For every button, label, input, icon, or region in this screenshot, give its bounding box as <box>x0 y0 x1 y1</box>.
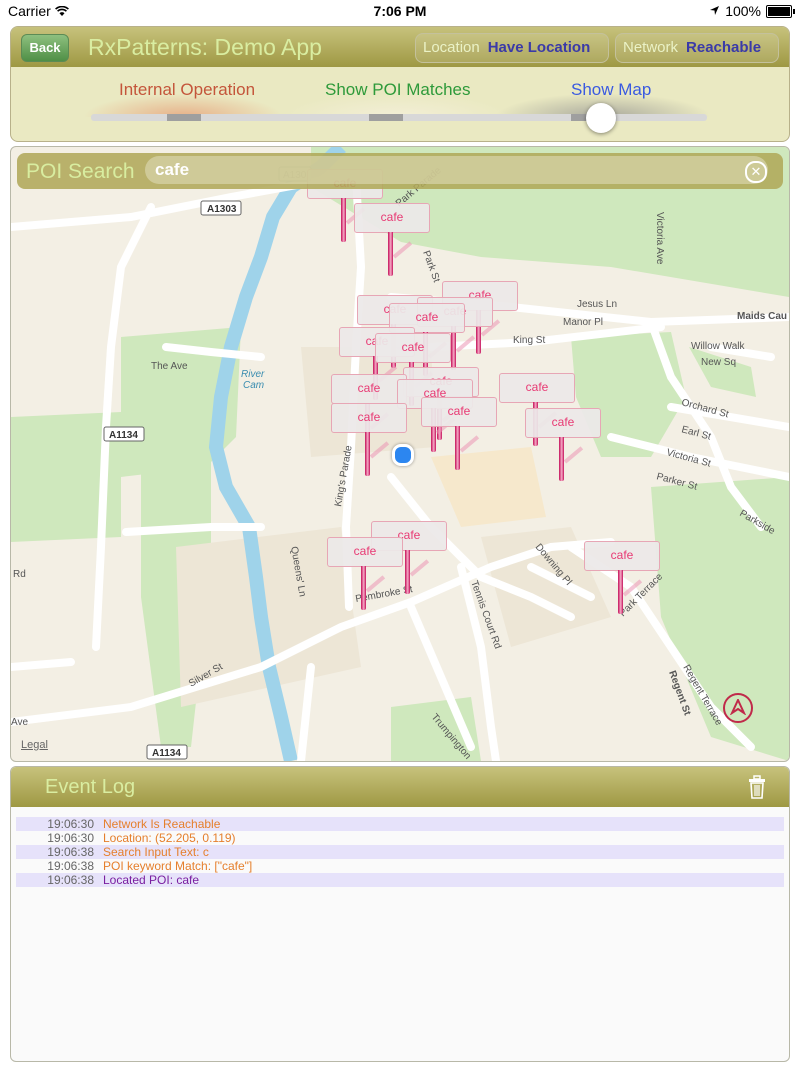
log-message: Located POI: cafe <box>103 873 200 887</box>
location-value: Have Location <box>487 39 591 56</box>
slider-tick <box>369 114 403 121</box>
poi-search-bar: POI Search ✕ <box>17 153 783 189</box>
log-row: 19:06:30 Network Is Reachable <box>16 817 784 831</box>
mode-internal-operation[interactable]: Internal Operation <box>119 80 255 100</box>
event-log-header: Event Log <box>11 767 789 807</box>
svg-text:Rd: Rd <box>13 569 26 580</box>
svg-text:A1303: A1303 <box>207 204 237 215</box>
log-row: 19:06:30 Location: (52.205, 0.119) <box>16 831 784 845</box>
poi-label: cafe <box>525 408 601 438</box>
svg-text:New Sq: New Sq <box>701 357 736 368</box>
log-timestamp: 19:06:38 <box>47 873 94 887</box>
svg-text:River: River <box>241 369 265 380</box>
poi-shadow <box>392 241 413 259</box>
trash-icon[interactable] <box>749 775 765 799</box>
log-timestamp: 19:06:38 <box>47 859 94 873</box>
svg-text:Ave: Ave <box>11 717 28 728</box>
location-label: Location <box>423 39 480 56</box>
poi-label: cafe <box>375 333 451 363</box>
poi-pin <box>388 232 393 276</box>
svg-text:Cam: Cam <box>243 380 264 391</box>
poi-pin <box>361 566 366 610</box>
poi-label: cafe <box>327 537 403 567</box>
log-timestamp: 19:06:30 <box>47 817 94 831</box>
poi-search-label: POI Search <box>26 160 135 183</box>
svg-text:A1134: A1134 <box>109 430 138 441</box>
location-status: Location Have Location <box>415 33 609 63</box>
svg-text:Orchard St: Orchard St <box>680 397 730 420</box>
network-status: Network Reachable <box>615 33 779 63</box>
poi-marker[interactable]: cafe <box>354 203 430 283</box>
svg-text:Maids Cau: Maids Cau <box>737 311 787 322</box>
clear-search-icon[interactable]: ✕ <box>745 161 767 183</box>
legal-link[interactable]: Legal <box>21 739 48 751</box>
log-message: POI keyword Match: ["cafe"] <box>103 859 253 873</box>
poi-marker[interactable]: cafe <box>584 541 660 621</box>
clock: 7:06 PM <box>373 3 427 19</box>
svg-text:The Ave: The Ave <box>151 361 188 372</box>
mode-slider-thumb[interactable] <box>586 103 616 133</box>
event-log-panel: Event Log 19:06:30 Network Is Reachable 19… <box>10 766 790 1062</box>
location-arrow-icon <box>709 3 720 19</box>
log-row: 19:06:38 Search Input Text: c <box>16 845 784 859</box>
log-message: Location: (52.205, 0.119) <box>103 831 236 845</box>
title-bar: Back RxPatterns: Demo App Location Have L… <box>11 27 789 67</box>
mode-show-poi-matches[interactable]: Show POI Matches <box>325 80 471 100</box>
poi-label: cafe <box>331 403 407 433</box>
log-timestamp: 19:06:38 <box>47 845 94 859</box>
svg-text:Victoria Ave: Victoria Ave <box>654 212 665 265</box>
user-location-dot <box>392 444 414 466</box>
poi-pin <box>559 437 564 481</box>
poi-marker[interactable]: cafe <box>331 403 407 483</box>
poi-pin <box>365 432 370 476</box>
poi-shadow <box>365 575 386 593</box>
tracking-arrow-icon[interactable] <box>723 693 753 723</box>
poi-label: cafe <box>421 397 497 427</box>
mode-show-map[interactable]: Show Map <box>571 80 651 100</box>
poi-label: cafe <box>331 374 407 404</box>
poi-label: cafe <box>354 203 430 233</box>
log-row: 19:06:38 Located POI: cafe <box>16 873 784 887</box>
map-view[interactable]: A1303 A130 A1134 A1134 Jesus Ln Manor Pl… <box>10 146 790 762</box>
network-label: Network <box>623 39 679 56</box>
poi-shadow <box>409 559 430 577</box>
mode-selector: Internal Operation Show POI Matches Show… <box>11 67 789 141</box>
battery-percent: 100% <box>725 3 761 19</box>
poi-marker[interactable]: cafe <box>327 537 403 617</box>
slider-tick <box>167 114 201 121</box>
poi-label: cafe <box>584 541 660 571</box>
battery-icon <box>766 4 795 18</box>
battery-indicator: 100% <box>709 3 795 19</box>
log-message: Network Is Reachable <box>103 817 221 831</box>
svg-text:A1134: A1134 <box>152 748 181 759</box>
poi-pin <box>341 198 346 242</box>
network-value: Reachable <box>686 39 762 56</box>
poi-pin <box>405 550 410 594</box>
poi-marker[interactable]: cafe <box>525 408 601 488</box>
log-row: 19:06:38 POI keyword Match: ["cafe"] <box>16 859 784 873</box>
log-timestamp: 19:06:30 <box>47 831 94 845</box>
event-log-title: Event Log <box>45 776 136 798</box>
poi-marker[interactable]: cafe <box>421 397 497 477</box>
event-log-list: 19:06:30 Network Is Reachable 19:06:30 Loca… <box>16 817 784 887</box>
app-title: RxPatterns: Demo App <box>88 34 322 60</box>
svg-text:Willow Walk: Willow Walk <box>691 341 746 352</box>
poi-shadow <box>622 579 643 597</box>
control-panel: Back RxPatterns: Demo App Location Have L… <box>10 26 790 142</box>
back-button[interactable]: Back <box>21 34 69 62</box>
status-bar: Carrier 7:06 PM 100% <box>0 0 800 22</box>
poi-label: cafe <box>499 373 575 403</box>
poi-search-input[interactable] <box>145 156 768 184</box>
poi-shadow <box>459 435 480 453</box>
svg-text:Jesus Ln: Jesus Ln <box>577 299 617 310</box>
svg-text:Manor Pl: Manor Pl <box>563 317 603 328</box>
log-message: Search Input Text: c <box>103 845 209 859</box>
poi-shadow <box>369 441 390 459</box>
poi-shadow <box>563 446 584 464</box>
poi-pin <box>618 570 623 614</box>
poi-pin <box>455 426 460 470</box>
svg-text:Victoria St: Victoria St <box>665 447 712 469</box>
